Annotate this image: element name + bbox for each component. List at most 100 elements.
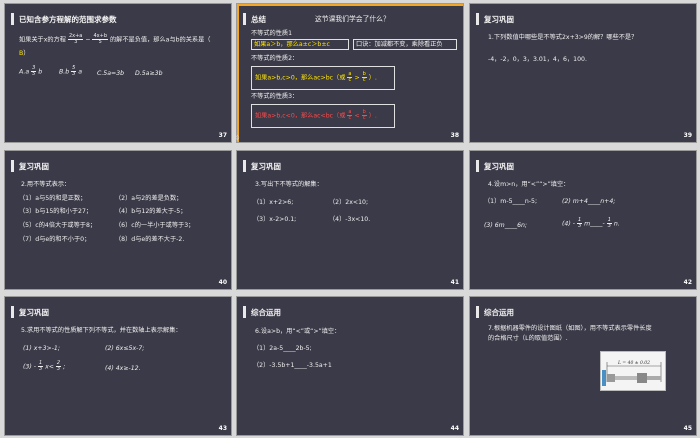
header-bar [476, 13, 479, 25]
slide-39[interactable]: 复习巩固 1.下列数值中哪些是不等式2x+3>9的解？哪些不是？ -4，-2，0… [469, 3, 697, 143]
option-b-tail: a [78, 68, 83, 76]
slide-header: 已知含参方程解的范围求参数 [11, 12, 117, 26]
exercise-item: (1) x+3>-1; [23, 345, 60, 352]
exercise-item: (2) 6x≤5x-7; [105, 345, 145, 352]
fraction: 35 [31, 66, 37, 77]
fraction: bc [361, 110, 367, 121]
exercise-intro: 4.设m>n，用“<”“>”填空： [488, 181, 570, 188]
exercise-item: (4) 4x≥-12. [105, 365, 141, 372]
exercise-item: （3）x-2>0.1; [253, 216, 297, 223]
slide-title: 总结 [251, 14, 266, 24]
exercise-intro: 2.用不等式表示： [21, 181, 71, 188]
exercise-item: （1）m-5____n-5; [484, 198, 538, 205]
slide-44[interactable]: 综合运用 6.设a>b，用“<”或“>”填空： （1）2a-5____2b-5;… [236, 296, 464, 436]
slide-45[interactable]: 综合运用 7.根据机器零件的设计图纸（如图），用不等式表示零件长度 的合格尺寸（… [469, 296, 697, 436]
denominator: 5 [32, 71, 36, 77]
slide-38[interactable]: 总结 这节课我们学会了什么？ 不等式的性质1 如果a＞b，那么a±c＞b±c 口… [236, 3, 464, 143]
header-bar [476, 306, 479, 318]
exercise-item: （8）d与e的差不大于-2. [115, 236, 185, 243]
slide-number: 40 [218, 279, 227, 286]
property-2-text: 如果a>b,c>0，那么ac>bc（或 ac > bc ）. [255, 72, 377, 83]
header-bar [243, 306, 246, 318]
slide-40[interactable]: 复习巩固 2.用不等式表示： （1）a与5的和是正数； （2）a与2的差是负数；… [4, 150, 232, 290]
slide-number: 39 [683, 132, 692, 139]
slide-42[interactable]: 复习巩固 4.设m>n，用“<”“>”填空： （1）m-5____n-5; (2… [469, 150, 697, 290]
denominator: c [348, 115, 352, 121]
option-c: C.5a=3b [97, 70, 125, 77]
question-text-2: 的合格尺寸（L的取值范围）. [488, 335, 568, 342]
fraction: 13 [576, 218, 583, 229]
property-2-label: 不等式的性质2： [251, 55, 299, 62]
mnemonic-text: 口诀：加减都不变，乘除看正负 [356, 41, 443, 48]
part-head [607, 374, 615, 382]
exercise-item: （3）b与15的和小于27； [19, 208, 93, 215]
summary-question: 这节课我们学会了什么？ [315, 15, 390, 23]
fraction: 13 [37, 361, 44, 372]
fraction: 53 [71, 66, 77, 77]
exercise-intro: 3.写出下不等式的解集： [255, 181, 323, 188]
property-1-text: 如果a＞b，那么a±c＞b±c [254, 41, 330, 48]
header-bar [243, 160, 246, 172]
slide-title: 综合运用 [251, 307, 281, 317]
fraction: 23 [55, 361, 62, 372]
item-tail: ; [63, 363, 66, 371]
slide-header: 复习巩固 [243, 159, 281, 173]
property-3-label: 不等式的性质3： [251, 93, 299, 100]
item-prefix: (4) - [562, 220, 575, 228]
slide-43[interactable]: 复习巩固 5.求用不等式的性质解下列不等式，并在数轴上表示解集： (1) x+3… [4, 296, 232, 436]
exercise-item: （7）d与e的和不小于0； [19, 236, 91, 243]
denominator: 5 [98, 39, 102, 45]
exercise-item: （4）b与12的差大于-5； [115, 208, 187, 215]
exercise-item: (2) m+4____n+4; [562, 198, 616, 205]
slide-41[interactable]: 复习巩固 3.写出下不等式的解集： （1）x+2>6; （2）2x<10; （3… [236, 150, 464, 290]
close-paren: ）. [368, 112, 377, 120]
gt-sign: > [354, 74, 360, 82]
exercise-item: （5）c的4倍大于或等于8； [19, 222, 97, 229]
dimension-label: L = 40 ± 0.02 [617, 360, 650, 366]
header-bar [11, 160, 14, 172]
slide-number: 38 [450, 132, 459, 139]
denominator: c [362, 115, 366, 121]
slide-number: 41 [450, 279, 459, 286]
answer-line: B） [19, 50, 29, 57]
problem-text: 如果关于x的方程 [19, 36, 66, 44]
denominator: 3 [577, 223, 582, 229]
slide-37[interactable]: 已知含参方程解的范围求参数 如果关于x的方程 2x+a 3 − 4x+b 5 的解不… [4, 3, 232, 143]
slide-title: 复习巩固 [484, 14, 514, 24]
question-text: 1.下列数值中哪些是不等式2x+3>9的解？哪些不是？ [488, 34, 638, 41]
denominator: c [362, 77, 366, 83]
lt-sign: < [354, 112, 360, 120]
exercise-item: （6）c的一半小于或等于3； [115, 222, 195, 229]
part-shaft [615, 376, 637, 380]
denominator: 3 [74, 39, 78, 45]
header-bar [243, 13, 246, 25]
slide-title: 复习巩固 [251, 161, 281, 171]
slide-number: 42 [683, 279, 692, 286]
slide-number: 37 [218, 132, 227, 139]
part-gauge [602, 370, 606, 386]
denominator: c [348, 77, 352, 83]
exercise-intro: 6.设a>b，用“<”或“>”填空： [255, 328, 341, 335]
property-3-main: 如果a>b,c<0，那么ac<bc（或 [255, 112, 346, 120]
exercise-item: （1）a与5的和是正数； [19, 195, 87, 202]
option-a-label: A.a [19, 68, 30, 76]
denominator: 3 [56, 366, 61, 372]
fraction: bc [361, 72, 367, 83]
exercise-item: (4) - 13 m____- 13 n. [562, 218, 620, 229]
part-drawing: L = 40 ± 0.02 [600, 351, 666, 391]
fraction: ac [347, 72, 353, 83]
slide-title: 综合运用 [484, 307, 514, 317]
part-body [637, 373, 647, 383]
slide-number: 43 [218, 425, 227, 432]
close-paren: ） [23, 50, 30, 57]
part-tip [647, 376, 661, 380]
slide-title: 复习巩固 [484, 161, 514, 171]
slide-side-mark: 冷 [234, 136, 240, 142]
exercise-item: （4）-3x<10. [329, 216, 371, 223]
slide-header: 总结 [243, 12, 266, 26]
denominator: 3 [38, 366, 43, 372]
property-1-label: 不等式的性质1 [251, 30, 293, 37]
problem-text-tail: 的解不是负值，那么a与b的关系是（ [109, 36, 211, 44]
header-bar [476, 160, 479, 172]
property-2-main: 如果a>b,c>0，那么ac>bc（或 [255, 74, 346, 82]
